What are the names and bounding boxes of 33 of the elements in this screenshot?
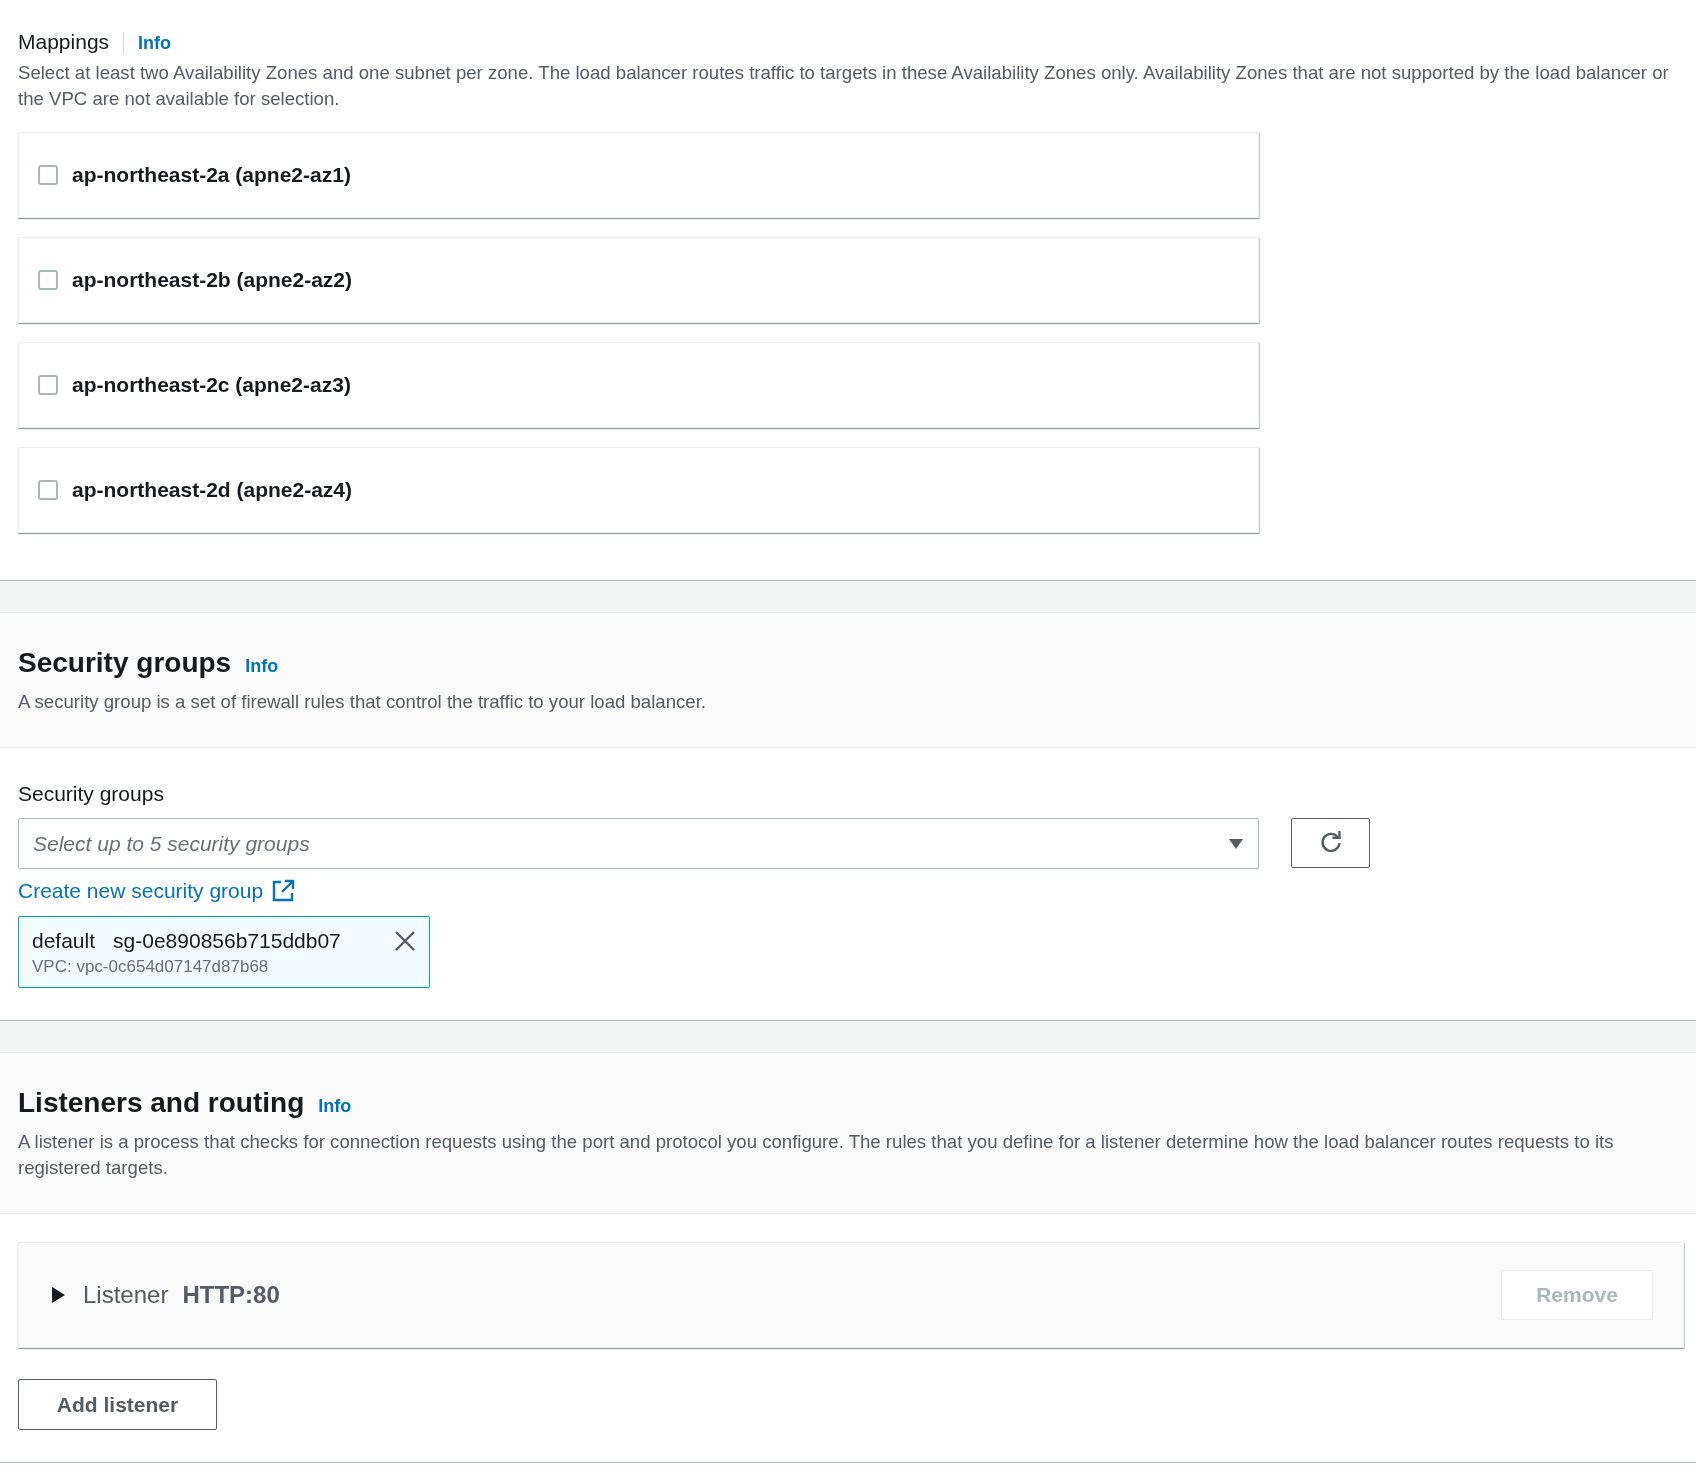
checkbox[interactable] [38, 165, 58, 185]
zone-label: ap-northeast-2c (apne2-az3) [72, 373, 351, 397]
section-description: Select at least two Availability Zones and one subnet per zone. The load balancer routes traffic to targets in these Availability Zones only. Availability Zones that are not supported by the load balancer or the VPC are not available for selection. [18, 61, 1670, 111]
security-group-select[interactable]: Select up to 5 security groups [18, 818, 1259, 869]
caret-right-icon [51, 1287, 65, 1303]
listener-protocol: HTTP:80 [182, 1281, 280, 1309]
token-name: default [32, 929, 96, 953]
zone-label: ap-northeast-2d (apne2-az4) [72, 478, 353, 502]
section-description: A security group is a set of firewall rules that control the traffic to your load balancer. [18, 690, 707, 714]
token-vpc: VPC: vpc-0c654d07147d87b68 [32, 957, 270, 977]
caret-down-icon [1228, 837, 1244, 850]
add-listener-button[interactable]: Add listener [18, 1379, 217, 1430]
zone-label: ap-northeast-2b (apne2-az2) [72, 268, 353, 292]
close-button[interactable] [394, 930, 416, 952]
checkbox[interactable] [38, 480, 58, 500]
token-id: sg-0e890856b715ddb07 [113, 929, 341, 953]
section-title: Listeners and routing [18, 1087, 305, 1119]
section-title: Mappings [18, 30, 110, 54]
zone-label: ap-northeast-2a (apne2-az1) [72, 163, 351, 187]
field-label: Security groups [18, 782, 164, 806]
section-description: A listener is a process that checks for connection requests using the port and protocol you configure. The rules that you define for a listener determine how the load balancer routes requests to its registered targets. [18, 1130, 1615, 1180]
info-link[interactable]: Info [245, 656, 279, 677]
close-icon [394, 930, 416, 952]
create-security-group-link[interactable]: Create new security group [18, 879, 296, 903]
refresh-button[interactable] [1291, 818, 1370, 868]
external-link-icon [271, 879, 296, 903]
checkbox[interactable] [38, 270, 58, 290]
info-link[interactable]: Info [123, 33, 172, 54]
listener-label: Listener [83, 1281, 169, 1309]
checkbox[interactable] [38, 375, 58, 395]
expand-toggle[interactable] [51, 1287, 65, 1303]
info-link[interactable]: Info [318, 1096, 352, 1117]
section-title: Security groups [18, 647, 232, 679]
